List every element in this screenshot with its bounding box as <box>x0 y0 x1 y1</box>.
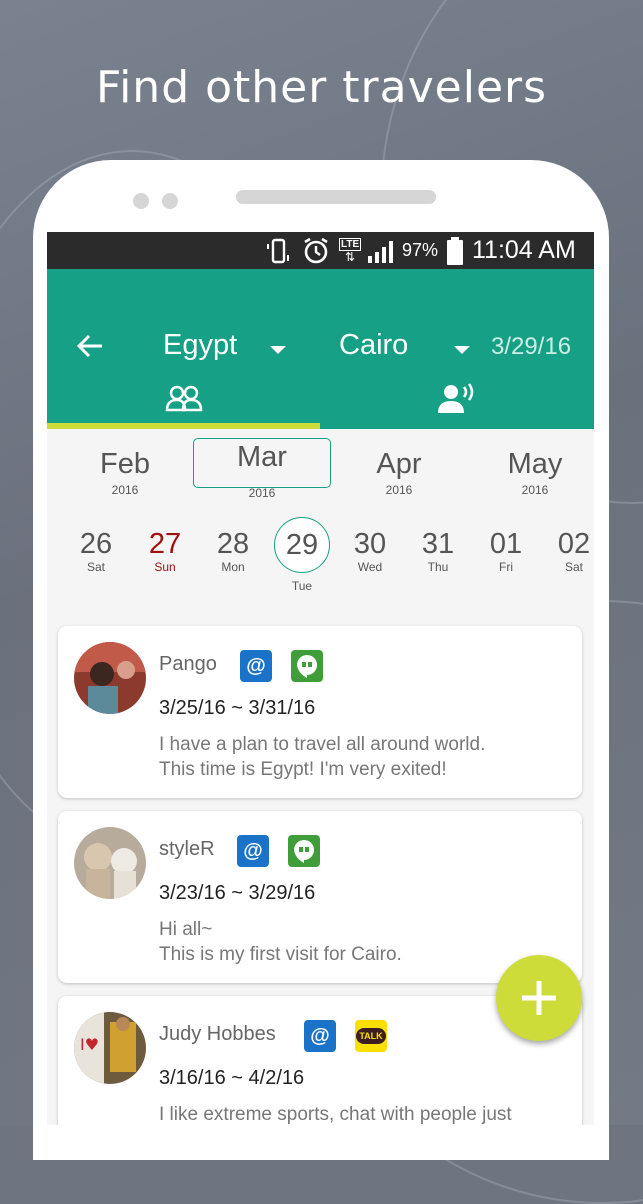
traveler-card[interactable]: Pango @ 3/25/16 ~ 3/31/16 I have a plan … <box>58 626 582 798</box>
country-dropdown[interactable]: Egypt <box>163 329 237 362</box>
travel-dates: 3/23/16 ~ 3/29/16 <box>159 882 316 904</box>
month-apr[interactable]: Apr 2016 <box>331 448 467 497</box>
traveler-message: I like extreme sports, chat with people … <box>159 1104 512 1125</box>
month-feb[interactable]: Feb 2016 <box>57 448 193 497</box>
day-31[interactable]: 31 Thu <box>405 528 471 574</box>
month-may[interactable]: May 2016 <box>467 448 594 497</box>
clock: 11:04 AM <box>472 236 576 264</box>
alarm-icon <box>301 232 331 269</box>
hangouts-icon[interactable] <box>291 650 323 682</box>
hangouts-icon[interactable] <box>288 835 320 867</box>
app-bar: Egypt Cairo 3/29/16 <box>47 269 594 429</box>
traveler-message: Hi all~ This is my first visit for Cairo… <box>159 919 402 965</box>
traveler-name: Pango <box>159 653 217 675</box>
avatar[interactable] <box>74 827 146 899</box>
plus-icon <box>522 981 556 1015</box>
avatar[interactable] <box>74 642 146 714</box>
avatar[interactable]: I♥ <box>74 1012 146 1084</box>
kakaotalk-icon[interactable]: TALK <box>355 1020 387 1052</box>
city-dropdown[interactable]: Cairo <box>339 329 408 362</box>
battery-icon <box>445 232 465 269</box>
phone-speaker <box>236 190 436 204</box>
signal-icon <box>367 232 397 269</box>
day-01[interactable]: 01 Fri <box>473 528 539 574</box>
speaking-person-icon <box>437 383 473 413</box>
vibrate-icon <box>264 232 292 269</box>
travel-dates: 3/16/16 ~ 4/2/16 <box>159 1067 305 1089</box>
status-bar: LTE ⇅ 97% 11:04 AM <box>47 232 594 269</box>
headline: Find other travelers <box>95 62 548 113</box>
battery-percent: 97% <box>402 240 439 260</box>
email-icon[interactable]: @ <box>304 1020 336 1052</box>
country-caret-icon[interactable] <box>270 346 286 354</box>
day-29[interactable]: 29 Tue <box>269 517 335 593</box>
phone-sensor-dot <box>133 193 149 209</box>
email-icon[interactable]: @ <box>240 650 272 682</box>
tab-talk[interactable] <box>320 369 593 429</box>
traveler-name: Judy Hobbes <box>159 1023 276 1045</box>
day-30[interactable]: 30 Wed <box>337 528 403 574</box>
traveler-name: styleR <box>159 838 215 860</box>
tab-indicator <box>47 423 320 429</box>
email-icon[interactable]: @ <box>237 835 269 867</box>
day-26[interactable]: 26 Sat <box>63 528 129 574</box>
day-27[interactable]: 27 Sun <box>132 528 198 574</box>
day-02[interactable]: 02 Sat <box>541 528 594 574</box>
svg-text:I♥: I♥ <box>80 1035 99 1054</box>
month-mar[interactable]: Mar 2016 <box>193 438 331 500</box>
city-caret-icon[interactable] <box>454 346 470 354</box>
back-arrow-icon[interactable] <box>75 331 107 363</box>
lte-icon: LTE ⇅ <box>339 238 362 264</box>
traveler-message: I have a plan to travel all around world… <box>159 734 486 780</box>
day-28[interactable]: 28 Mon <box>200 528 266 574</box>
selected-date[interactable]: 3/29/16 <box>491 333 571 361</box>
phone-camera-dot <box>162 193 178 209</box>
add-post-button[interactable] <box>496 955 582 1041</box>
traveler-card[interactable]: styleR @ 3/23/16 ~ 3/29/16 Hi all~ This … <box>58 811 582 983</box>
travel-dates: 3/25/16 ~ 3/31/16 <box>159 697 316 719</box>
people-icon <box>165 385 202 412</box>
tab-travelers[interactable] <box>47 369 320 429</box>
